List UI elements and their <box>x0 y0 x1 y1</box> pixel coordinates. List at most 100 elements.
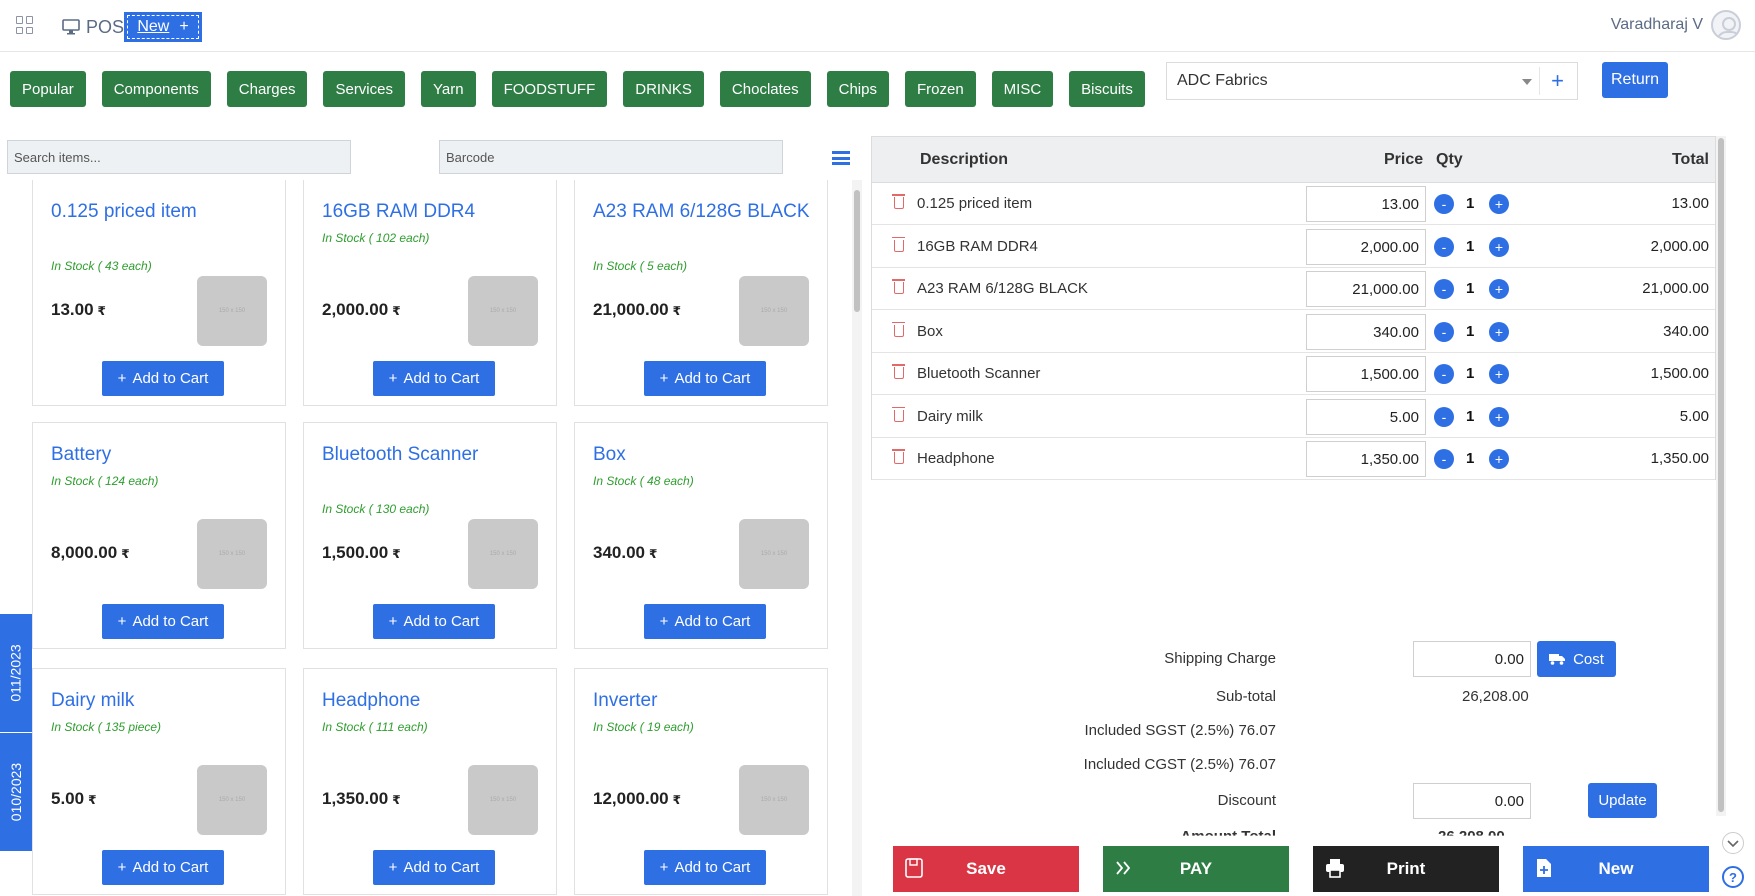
product-card[interactable]: Dairy milk In Stock ( 135 piece) 5.00 ₹150 … <box>32 668 286 895</box>
cart-price-input[interactable]: 21,000.00 <box>1306 271 1426 307</box>
category-biscuits[interactable]: Biscuits <box>1069 71 1145 107</box>
category-popular[interactable]: Popular <box>10 71 86 107</box>
add-to-cart-button[interactable]: + Add to Cart <box>373 850 495 885</box>
user-menu[interactable]: Varadharaj V <box>1611 10 1741 40</box>
decrease-qty-button[interactable]: - <box>1434 364 1454 384</box>
category-chips[interactable]: Chips <box>826 71 889 107</box>
increase-qty-button[interactable]: + <box>1489 449 1509 469</box>
trash-icon[interactable] <box>892 321 905 337</box>
decrease-qty-button[interactable]: - <box>1434 406 1454 427</box>
cart-item-description: Dairy milk <box>917 407 983 425</box>
pay-button[interactable]: PAY <box>1103 846 1289 892</box>
increase-qty-button[interactable]: + <box>1489 236 1509 257</box>
product-card[interactable]: 16GB RAM DDR4 In Stock ( 102 each) 2,000.0… <box>303 180 557 406</box>
increase-qty-button[interactable]: + <box>1489 406 1509 427</box>
product-name[interactable]: A23 RAM 6/128G BLACK <box>593 198 813 226</box>
pay-label: PAY <box>1179 859 1213 878</box>
cart-price-input[interactable]: 1,500.00 <box>1306 356 1426 392</box>
list-view-icon[interactable] <box>832 151 850 165</box>
apps-grid-icon[interactable] <box>16 16 34 34</box>
increase-qty-button[interactable]: + <box>1489 194 1509 214</box>
product-name[interactable]: Box <box>593 441 813 469</box>
update-button[interactable]: Update <box>1588 783 1657 818</box>
invoice-tab-011[interactable]: 011/2023 <box>0 614 32 732</box>
cgst-label: Included CGST (2.5%) 76.07 <box>1083 756 1276 773</box>
category-charges[interactable]: Charges <box>226 71 308 107</box>
trash-icon[interactable] <box>892 364 905 379</box>
currency-symbol: ₹ <box>672 793 681 807</box>
add-to-cart-button[interactable]: + Add to Cart <box>373 604 495 639</box>
add-to-cart-button[interactable]: + Add to Cart <box>373 361 495 396</box>
barcode-input[interactable]: Barcode <box>439 140 783 174</box>
decrease-qty-button[interactable]: - <box>1434 194 1454 214</box>
new-sale-tab[interactable]: New + <box>124 12 202 42</box>
cart-price-input[interactable]: 5.00 <box>1306 398 1426 435</box>
increase-qty-button[interactable]: + <box>1489 279 1509 299</box>
trash-icon[interactable] <box>892 194 905 209</box>
category-choclates[interactable]: Choclates <box>719 71 811 107</box>
add-to-cart-button[interactable]: + Add to Cart <box>644 604 766 639</box>
cart-scroll-thumb[interactable] <box>1718 138 1724 812</box>
category-yarn[interactable]: Yarn <box>421 71 476 107</box>
add-to-cart-button[interactable]: + Add to Cart <box>102 361 224 396</box>
product-image: 150 x 150 <box>468 765 538 835</box>
search-input[interactable]: Search items... <box>7 140 351 174</box>
increase-qty-button[interactable]: + <box>1489 364 1509 384</box>
category-foodstuff[interactable]: FOODSTUFF <box>491 71 608 107</box>
product-card[interactable]: Headphone In Stock ( 111 each) 1,350.00 ₹15… <box>303 668 557 895</box>
return-button[interactable]: Return <box>1602 62 1668 98</box>
product-card[interactable]: A23 RAM 6/128G BLACK In Stock ( 5 each) 21… <box>574 180 828 406</box>
product-scroll-thumb[interactable] <box>854 190 860 312</box>
pos-tab[interactable]: POS <box>62 14 124 40</box>
add-to-cart-button[interactable]: + Add to Cart <box>644 850 766 885</box>
decrease-qty-button[interactable]: - <box>1434 321 1454 342</box>
cart-price-input[interactable]: 1,350.00 <box>1306 441 1426 477</box>
discount-input[interactable]: 0.00 <box>1413 783 1531 819</box>
invoice-tab-010[interactable]: 010/2023 <box>0 733 32 851</box>
shipping-input[interactable]: 0.00 <box>1413 641 1531 677</box>
category-misc[interactable]: MISC <box>991 71 1054 107</box>
product-card[interactable]: 0.125 priced item In Stock ( 43 each) 13.0… <box>32 180 286 406</box>
trash-icon[interactable] <box>892 236 905 252</box>
decrease-qty-button[interactable]: - <box>1434 449 1454 469</box>
add-to-cart-button[interactable]: + Add to Cart <box>102 850 224 885</box>
scroll-down-button[interactable] <box>1722 832 1744 854</box>
decrease-qty-button[interactable]: - <box>1434 236 1454 257</box>
category-frozen[interactable]: Frozen <box>904 71 976 107</box>
print-button[interactable]: Print <box>1313 846 1499 892</box>
product-name[interactable]: Bluetooth Scanner <box>322 441 542 469</box>
product-scrollbar[interactable] <box>852 180 862 896</box>
product-card[interactable]: Battery In Stock ( 124 each) 8,000.00 ₹150 … <box>32 422 286 649</box>
help-icon[interactable]: ? <box>1722 866 1744 888</box>
cart-price-input[interactable]: 13.00 <box>1306 186 1426 222</box>
image-placeholder-label: 150 x 150 <box>489 797 517 803</box>
trash-icon[interactable] <box>892 406 905 422</box>
category-services[interactable]: Services <box>323 71 405 107</box>
category-drinks[interactable]: DRINKS <box>623 71 704 107</box>
increase-qty-button[interactable]: + <box>1489 321 1509 342</box>
shipping-cost-button[interactable]: Cost <box>1537 641 1616 677</box>
trash-icon[interactable] <box>892 279 905 294</box>
product-name[interactable]: 16GB RAM DDR4 <box>322 198 542 226</box>
trash-icon[interactable] <box>892 449 905 464</box>
product-name[interactable]: Inverter <box>593 687 813 715</box>
add-to-cart-button[interactable]: + Add to Cart <box>102 604 224 639</box>
product-card[interactable]: Inverter In Stock ( 19 each) 12,000.00 ₹150… <box>574 668 828 895</box>
add-customer-button[interactable]: + <box>1539 67 1575 95</box>
save-button[interactable]: Save <box>893 846 1079 892</box>
user-name: Varadharaj V <box>1610 16 1703 33</box>
product-name[interactable]: 0.125 priced item <box>51 198 271 226</box>
cart-price-input[interactable]: 340.00 <box>1306 313 1426 350</box>
product-card[interactable]: Bluetooth Scanner In Stock ( 130 each) 1,5… <box>303 422 557 649</box>
category-components[interactable]: Components <box>101 71 211 107</box>
product-name[interactable]: Headphone <box>322 687 542 715</box>
cart-price-input[interactable]: 2,000.00 <box>1306 228 1426 265</box>
product-name[interactable]: Dairy milk <box>51 687 271 715</box>
add-to-cart-button[interactable]: + Add to Cart <box>644 361 766 396</box>
customer-select[interactable]: ADC Fabrics + <box>1166 62 1578 100</box>
new-sale-button[interactable]: New <box>1523 846 1709 892</box>
decrease-qty-button[interactable]: - <box>1434 279 1454 299</box>
cart-scrollbar[interactable] <box>1716 136 1726 816</box>
product-name[interactable]: Battery <box>51 441 271 469</box>
product-card[interactable]: Box In Stock ( 48 each) 340.00 ₹150 x 150 + A… <box>574 422 828 649</box>
